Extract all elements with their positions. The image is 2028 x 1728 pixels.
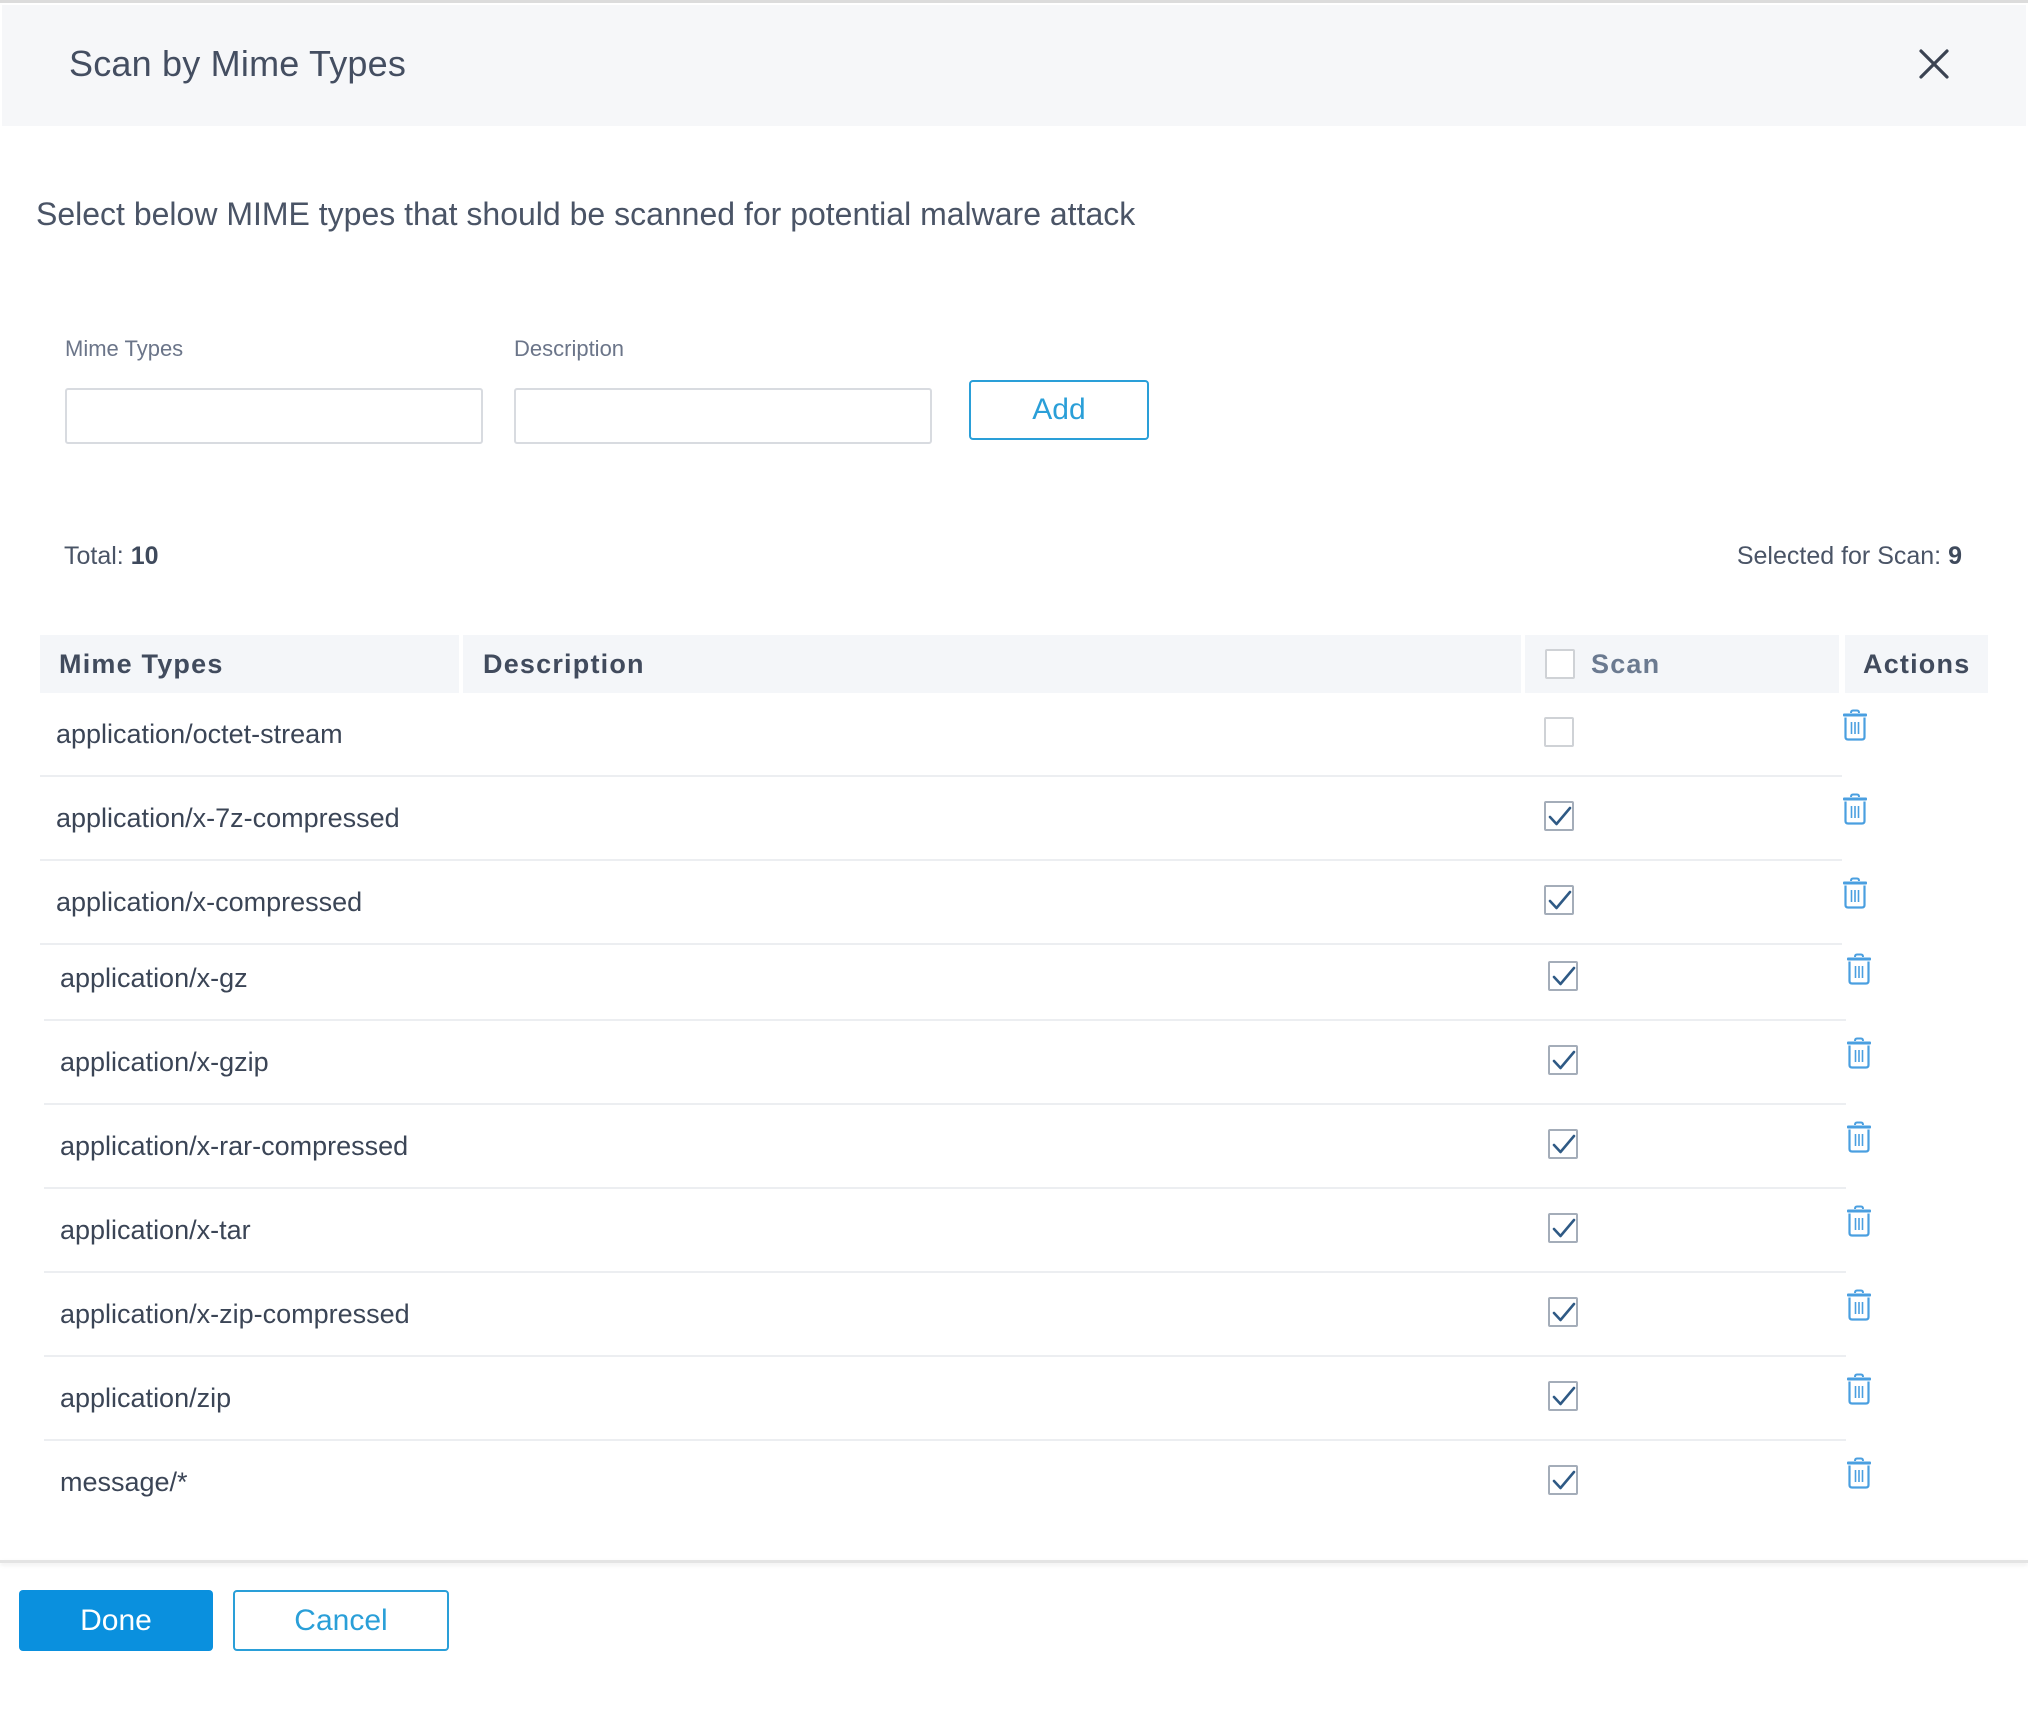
top-border xyxy=(0,0,2028,3)
table-row: application/zip xyxy=(0,1357,2028,1441)
delete-button[interactable] xyxy=(1846,953,1872,985)
total-count: Total: 10 xyxy=(64,542,159,571)
mime-type-cell: application/octet-stream xyxy=(56,719,343,749)
scan-checkbox[interactable] xyxy=(1548,961,1578,991)
table-row: application/x-7z-compressed xyxy=(0,777,2028,861)
table-row: message/* xyxy=(0,1441,2028,1525)
scan-checkbox[interactable] xyxy=(1544,717,1574,747)
delete-button[interactable] xyxy=(1846,1121,1872,1153)
selected-count: Selected for Scan: 9 xyxy=(1737,542,1962,571)
trash-icon xyxy=(1843,709,1867,741)
description-input[interactable] xyxy=(514,388,932,444)
add-button[interactable]: Add xyxy=(969,380,1149,440)
mime-type-cell: application/x-zip-compressed xyxy=(60,1299,410,1329)
total-value: 10 xyxy=(130,542,159,570)
mime-types-input[interactable] xyxy=(65,388,483,444)
scan-checkbox[interactable] xyxy=(1544,885,1574,915)
check-icon xyxy=(1552,1134,1576,1154)
mime-type-cell: application/x-compressed xyxy=(56,887,363,917)
delete-button[interactable] xyxy=(1842,793,1868,825)
dialog-title: Scan by Mime Types xyxy=(69,43,407,84)
close-icon xyxy=(1919,49,1949,79)
scan-checkbox[interactable] xyxy=(1548,1465,1578,1495)
mime-type-cell: application/zip xyxy=(60,1383,232,1413)
selected-label: Selected for Scan: xyxy=(1736,542,1942,570)
cancel-button[interactable]: Cancel xyxy=(233,1590,449,1651)
table-row: application/x-gzip xyxy=(0,1021,2028,1105)
select-all-checkbox[interactable] xyxy=(1545,649,1575,679)
table-row: application/x-compressed xyxy=(0,861,2028,945)
mime-types-label: Mime Types xyxy=(65,336,184,361)
scan-checkbox[interactable] xyxy=(1548,1381,1578,1411)
column-header-actions: Actions xyxy=(1845,635,1988,693)
trash-icon xyxy=(1847,1205,1871,1237)
mime-type-cell: application/x-rar-compressed xyxy=(60,1131,409,1161)
selected-value: 9 xyxy=(1948,542,1962,570)
delete-button[interactable] xyxy=(1846,1205,1872,1237)
trash-icon xyxy=(1843,793,1867,825)
trash-icon xyxy=(1843,877,1867,909)
column-header-description[interactable]: Description xyxy=(463,635,1521,693)
delete-button[interactable] xyxy=(1842,709,1868,741)
mime-type-cell: message/* xyxy=(60,1467,188,1497)
scan-checkbox[interactable] xyxy=(1548,1213,1578,1243)
trash-icon xyxy=(1847,1289,1871,1321)
check-icon xyxy=(1552,1218,1576,1238)
scan-checkbox[interactable] xyxy=(1548,1129,1578,1159)
mime-type-cell: application/x-gz xyxy=(60,963,248,993)
description-label: Description xyxy=(514,336,625,361)
table-row: application/x-gz xyxy=(0,937,2028,1021)
scan-checkbox[interactable] xyxy=(1548,1045,1578,1075)
check-icon xyxy=(1552,1302,1576,1322)
table-row: application/x-rar-compressed xyxy=(0,1105,2028,1189)
trash-icon xyxy=(1847,953,1871,985)
table-row: application/x-zip-compressed xyxy=(0,1273,2028,1357)
trash-icon xyxy=(1847,1121,1871,1153)
trash-icon xyxy=(1847,1457,1871,1489)
done-button[interactable]: Done xyxy=(19,1590,213,1651)
column-header-mime-types[interactable]: Mime Types xyxy=(40,635,459,693)
scan-checkbox[interactable] xyxy=(1544,801,1574,831)
check-icon xyxy=(1552,1470,1576,1490)
column-header-scan: Scan xyxy=(1525,635,1839,693)
mime-type-cell: application/x-tar xyxy=(60,1215,251,1245)
total-label: Total: xyxy=(64,542,124,570)
check-icon xyxy=(1552,966,1576,986)
delete-button[interactable] xyxy=(1846,1289,1872,1321)
close-button[interactable] xyxy=(1914,44,1954,84)
delete-button[interactable] xyxy=(1846,1373,1872,1405)
check-icon xyxy=(1552,1050,1576,1070)
dialog-header: Scan by Mime Types xyxy=(2,5,2026,126)
column-header-label: Description xyxy=(483,648,645,679)
check-icon xyxy=(1548,890,1572,910)
trash-icon xyxy=(1847,1373,1871,1405)
mime-type-cell: application/x-gzip xyxy=(60,1047,269,1077)
delete-button[interactable] xyxy=(1842,877,1868,909)
check-icon xyxy=(1552,1386,1576,1406)
table-row: application/x-tar xyxy=(0,1189,2028,1273)
column-header-label: Actions xyxy=(1863,648,1971,679)
mime-type-cell: application/x-7z-compressed xyxy=(56,803,400,833)
delete-button[interactable] xyxy=(1846,1037,1872,1069)
check-icon xyxy=(1548,806,1572,826)
footer-divider xyxy=(0,1560,2028,1563)
column-header-label: Scan xyxy=(1591,648,1661,679)
column-header-label: Mime Types xyxy=(59,648,224,679)
intro-text: Select below MIME types that should be s… xyxy=(36,196,1136,232)
delete-button[interactable] xyxy=(1846,1457,1872,1489)
trash-icon xyxy=(1847,1037,1871,1069)
table-row: application/octet-stream xyxy=(0,693,2028,777)
scan-checkbox[interactable] xyxy=(1548,1297,1578,1327)
